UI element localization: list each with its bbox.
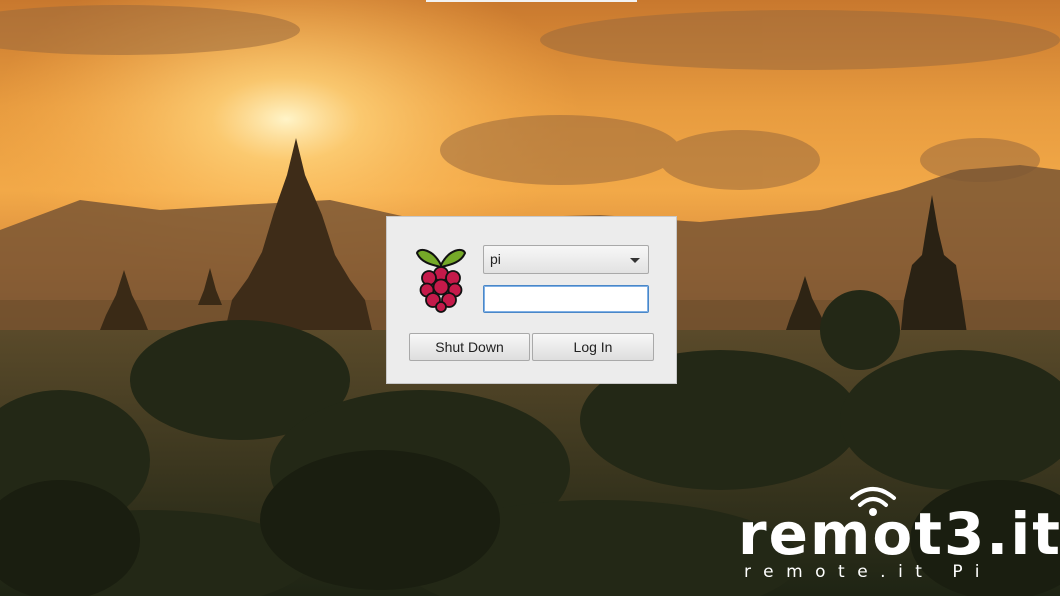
top-panel-strip	[426, 0, 637, 2]
brand-name: remot3.it	[738, 500, 1060, 568]
shut-down-button[interactable]: Shut Down	[409, 333, 530, 361]
brand-tagline: remote.it Pi	[744, 562, 992, 582]
raspberry-pi-logo-icon	[415, 248, 467, 313]
password-input[interactable]	[483, 285, 649, 313]
log-in-button[interactable]: Log In	[532, 333, 654, 361]
user-select-value: pi	[490, 251, 501, 267]
login-dialog: pi Shut Down Log In	[386, 216, 677, 384]
chevron-down-icon	[630, 258, 640, 263]
user-select[interactable]: pi	[483, 245, 649, 274]
registered-mark: ®	[1016, 540, 1024, 551]
remoteit-branding: remot3.it ® remote.it Pi	[730, 482, 1060, 582]
